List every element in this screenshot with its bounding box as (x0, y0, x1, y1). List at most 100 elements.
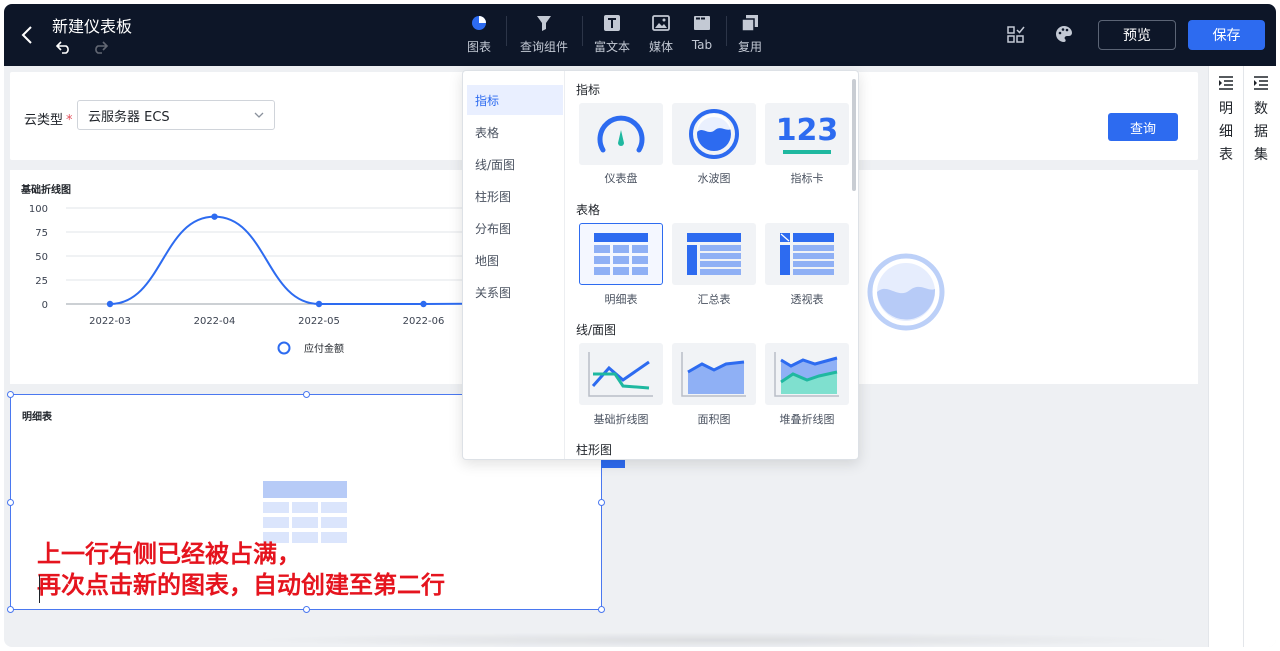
cloud-type-label-text: 云类型 (24, 113, 64, 128)
chart-category-nav: 指标 表格 线/面图 柱形图 分布图 地图 关系图 (463, 71, 565, 459)
text-cursor (39, 575, 40, 603)
annotation-note: 上一行右侧已经被占满， 再次点击新的图表，自动创建至第二行 (37, 539, 445, 601)
nav-relation[interactable]: 关系图 (467, 277, 563, 307)
chart-type-basic-line[interactable] (579, 343, 663, 405)
nav-map[interactable]: 地图 (467, 245, 563, 275)
data-point (420, 300, 427, 308)
tab-icon (694, 16, 710, 30)
stacked-line-chart-icon (774, 352, 839, 397)
pivot-table-icon (780, 233, 834, 275)
y-tick-label: 25 (35, 276, 48, 287)
resize-handle-bottom[interactable] (303, 606, 310, 613)
tool-reuse[interactable]: 复用 (736, 14, 764, 60)
panel-tab-char: 细 (1219, 124, 1233, 140)
card-title: 明细表 (22, 412, 52, 423)
query-button[interactable]: 查询 (1108, 113, 1178, 141)
resize-handle-top-left[interactable] (7, 391, 14, 398)
right-side-panel: 明 细 表 数 据 集 (1208, 66, 1276, 647)
metric-card-number: 123 (775, 112, 839, 148)
chart-type-list: 指标 仪表盘 水波图 123 指标卡 表格 明细表 汇总表 透视表 线/面图 基… (566, 71, 858, 459)
image-icon (652, 15, 670, 31)
water-wave-placeholder-icon (867, 253, 945, 331)
summary-table-icon (687, 233, 741, 275)
save-button[interactable]: 保存 (1188, 20, 1265, 50)
dashboard-title[interactable]: 新建仪表板 (52, 13, 132, 37)
cloud-type-select-value: 云服务器 ECS (88, 109, 170, 125)
chart-type-summary-table[interactable] (672, 223, 756, 285)
detail-table-panel-tab[interactable]: 明 细 表 (1209, 76, 1243, 167)
tool-query-label: 查询组件 (519, 40, 568, 54)
panel-tab-char: 表 (1219, 147, 1233, 163)
cloud-type-select[interactable]: 云服务器 ECS (77, 100, 275, 130)
nav-distribution[interactable]: 分布图 (467, 213, 563, 243)
canvas-bottom-shadow (244, 632, 1184, 647)
list-indent-icon (1254, 76, 1268, 90)
chart-type-label: 透视表 (790, 293, 824, 306)
chart-type-detail-table[interactable] (579, 223, 663, 285)
theme-palette-icon[interactable] (1054, 24, 1074, 44)
tool-media[interactable]: 媒体 (646, 14, 676, 60)
section-title-table: 表格 (576, 203, 601, 217)
y-tick-label: 50 (35, 252, 48, 263)
tool-rich-text[interactable]: 富文本 (593, 14, 631, 60)
resize-handle-right[interactable] (598, 499, 605, 506)
resize-handle-bottom-right[interactable] (598, 606, 605, 613)
section-title-bar: 柱形图 (576, 443, 613, 457)
redo-icon[interactable] (92, 40, 108, 54)
dataset-panel-tab[interactable]: 数 据 集 (1244, 76, 1276, 167)
tool-reuse-label: 复用 (737, 40, 762, 54)
metric-card-underline (783, 149, 831, 154)
nav-metric[interactable]: 指标 (467, 85, 563, 115)
chart-type-metric-card[interactable]: 123 (765, 103, 849, 165)
legend-marker (277, 341, 291, 355)
cloud-type-label: 云类型 * (24, 109, 73, 128)
x-tick-label: 2022-05 (298, 316, 340, 327)
copy-icon (741, 15, 758, 32)
tool-tab-label: Tab (691, 38, 713, 52)
data-point (211, 213, 218, 220)
annotation-line-2: 再次点击新的图表，自动创建至第二行 (37, 571, 445, 599)
chart-type-water-wave[interactable] (672, 103, 756, 165)
toolbar-divider (726, 16, 727, 46)
x-tick-label: 2022-03 (89, 316, 131, 327)
panel-tab-char: 据 (1254, 124, 1268, 140)
panel-tab-char: 明 (1219, 101, 1233, 117)
water-wave-icon (689, 109, 739, 159)
resize-handle-top[interactable] (303, 391, 310, 398)
y-tick-label: 75 (35, 228, 48, 239)
nav-line-area[interactable]: 线/面图 (467, 149, 563, 179)
panel-tab-char: 集 (1254, 147, 1268, 163)
resize-handle-left[interactable] (7, 499, 14, 506)
required-mark: * (66, 113, 73, 128)
undo-icon[interactable] (56, 40, 72, 54)
y-tick-label: 0 (42, 300, 48, 311)
tool-tab[interactable]: Tab (688, 14, 716, 60)
chart-type-pivot-table[interactable] (765, 223, 849, 285)
chart-type-gauge[interactable] (579, 103, 663, 165)
filter-icon (537, 16, 551, 31)
annotation-line-1: 上一行右侧已经被占满， (37, 540, 301, 568)
detail-table-icon (594, 233, 648, 275)
chart-type-label: 基础折线图 (593, 413, 649, 426)
nav-bar[interactable]: 柱形图 (467, 181, 563, 211)
chart-type-stacked-line[interactable] (765, 343, 849, 405)
chart-type-label: 汇总表 (697, 293, 731, 306)
tool-query-component[interactable]: 查询组件 (518, 14, 570, 60)
back-arrow-icon[interactable] (18, 24, 38, 46)
chart-type-area[interactable] (672, 343, 756, 405)
preview-button[interactable]: 预览 (1098, 20, 1176, 50)
toolbar-divider (506, 16, 507, 46)
chart-type-label: 仪表盘 (604, 172, 638, 185)
nav-table[interactable]: 表格 (467, 117, 563, 147)
tool-media-label: 媒体 (648, 40, 673, 54)
chart-type-picker-popup: 指标 表格 线/面图 柱形图 分布图 地图 关系图 指标 仪表盘 水波图 123… (462, 70, 859, 460)
top-toolbar: 新建仪表板 图表 查询组件 富文本 媒体 Tab 复用 预览 保存 (4, 4, 1276, 66)
popup-scrollbar[interactable] (852, 79, 856, 191)
basic-line-chart-icon (588, 352, 653, 397)
resize-handle-bottom-left[interactable] (7, 606, 14, 613)
chart-type-label: 面积图 (697, 413, 731, 426)
layout-icon[interactable] (1006, 24, 1026, 44)
pie-chart-icon (472, 16, 486, 30)
text-icon (604, 15, 620, 31)
tool-chart[interactable]: 图表 (464, 14, 494, 60)
